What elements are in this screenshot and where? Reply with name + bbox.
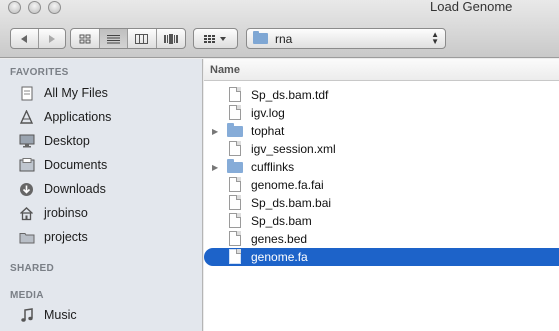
file-name: Sp_ds.bam.bai <box>251 196 332 210</box>
sidebar-item-label: Music <box>44 308 77 322</box>
file-row[interactable]: Sp_ds.bam.tdf <box>204 86 559 104</box>
folder-icon <box>18 230 35 245</box>
document-icon <box>229 249 241 264</box>
folder-icon <box>227 159 243 173</box>
close-window-button[interactable] <box>8 1 21 14</box>
zoom-window-button[interactable] <box>48 1 61 14</box>
sidebar-item-applications[interactable]: Applications <box>18 106 111 128</box>
column-view-button[interactable] <box>128 29 157 48</box>
sidebar-item-label: Desktop <box>44 134 90 148</box>
file-row[interactable]: genome.fa.fai <box>204 176 559 194</box>
file-name: igv_session.xml <box>251 142 336 156</box>
icon-view-button[interactable] <box>71 29 100 48</box>
folder-name: cufflinks <box>251 160 295 174</box>
document-icon <box>229 177 241 192</box>
sidebar-item-projects[interactable]: projects <box>18 226 88 248</box>
current-folder-label: rna <box>275 31 293 46</box>
list-view-button[interactable] <box>99 29 128 48</box>
file-name: genome.fa.fai <box>251 178 324 192</box>
desktop-icon <box>18 134 35 149</box>
file-name: genome.fa <box>251 250 308 264</box>
file-row[interactable]: Sp_ds.bam.bai <box>204 194 559 212</box>
window-title: Load Genome <box>430 0 513 14</box>
titlebar: Load Genome rna ▲ ▼ <box>0 0 559 58</box>
file-row[interactable]: genes.bed <box>204 230 559 248</box>
arrange-button[interactable] <box>193 28 238 49</box>
column-header-name[interactable]: Name <box>204 59 559 81</box>
sidebar: FAVORITES All My Files Applications Desk… <box>0 59 203 331</box>
sidebar-item-label: Applications <box>44 110 112 124</box>
column-view-icon <box>135 33 149 44</box>
sidebar-item-music[interactable]: Music <box>18 304 77 326</box>
home-icon <box>18 206 35 221</box>
list-view-icon <box>106 34 120 43</box>
disclosure-triangle-icon[interactable]: ▶ <box>212 127 218 136</box>
file-row[interactable]: igv.log <box>204 104 559 122</box>
sidebar-item-label: Downloads <box>44 182 106 196</box>
folder-name: tophat <box>251 124 285 138</box>
sidebar-section-media: MEDIA <box>10 290 44 301</box>
minimize-window-button[interactable] <box>28 1 41 14</box>
folder-icon <box>227 123 243 137</box>
file-name: Sp_ds.bam.tdf <box>251 88 329 102</box>
disclosure-triangle-icon[interactable]: ▶ <box>212 163 218 172</box>
back-arrow-icon[interactable] <box>11 29 39 48</box>
folder-row[interactable]: ▶ tophat <box>204 122 559 140</box>
sidebar-section-favorites: FAVORITES <box>10 67 69 78</box>
all-files-icon <box>18 86 35 101</box>
sidebar-item-all-my-files[interactable]: All My Files <box>18 82 108 104</box>
updown-chevron-icon: ▲ ▼ <box>431 30 439 46</box>
arrange-grid-icon <box>194 29 237 48</box>
sidebar-item-desktop[interactable]: Desktop <box>18 130 90 152</box>
document-icon <box>229 87 241 102</box>
downloads-icon <box>18 182 35 197</box>
document-icon <box>229 141 241 156</box>
navigation-buttons <box>10 28 66 49</box>
sidebar-item-label: jrobinso <box>44 206 88 220</box>
document-icon <box>229 195 241 210</box>
music-icon <box>18 307 35 323</box>
folder-icon <box>253 31 268 44</box>
file-row[interactable]: Sp_ds.bam <box>204 212 559 230</box>
sidebar-item-label: projects <box>44 230 88 244</box>
file-row-selected[interactable]: genome.fa <box>204 248 559 266</box>
sidebar-item-downloads[interactable]: Downloads <box>18 178 106 200</box>
view-mode-switcher <box>70 28 186 49</box>
file-name: Sp_ds.bam <box>251 214 312 228</box>
sidebar-item-jrobinso[interactable]: jrobinso <box>18 202 88 224</box>
sidebar-item-documents[interactable]: Documents <box>18 154 107 176</box>
coverflow-view-button[interactable] <box>157 29 185 48</box>
icon-view-icon <box>79 34 91 43</box>
location-popup[interactable]: rna ▲ ▼ <box>246 28 446 49</box>
file-list: Name Sp_ds.bam.tdf igv.log ▶ tophat igv_… <box>204 59 559 331</box>
document-icon <box>229 105 241 120</box>
document-icon <box>229 231 241 246</box>
documents-icon <box>18 158 35 173</box>
folder-row[interactable]: ▶ cufflinks <box>204 158 559 176</box>
sidebar-item-label: Documents <box>44 158 108 172</box>
applications-icon <box>18 109 35 125</box>
coverflow-view-icon <box>163 33 178 44</box>
sidebar-section-shared: SHARED <box>10 263 55 274</box>
file-name: genes.bed <box>251 232 308 246</box>
file-name: igv.log <box>251 106 285 120</box>
forward-arrow-icon[interactable] <box>39 29 66 48</box>
document-icon <box>229 213 241 228</box>
file-row[interactable]: igv_session.xml <box>204 140 559 158</box>
sidebar-item-label: All My Files <box>44 86 108 100</box>
load-genome-dialog: Load Genome rna ▲ ▼ FAVORITES All My Fil… <box>0 0 559 331</box>
